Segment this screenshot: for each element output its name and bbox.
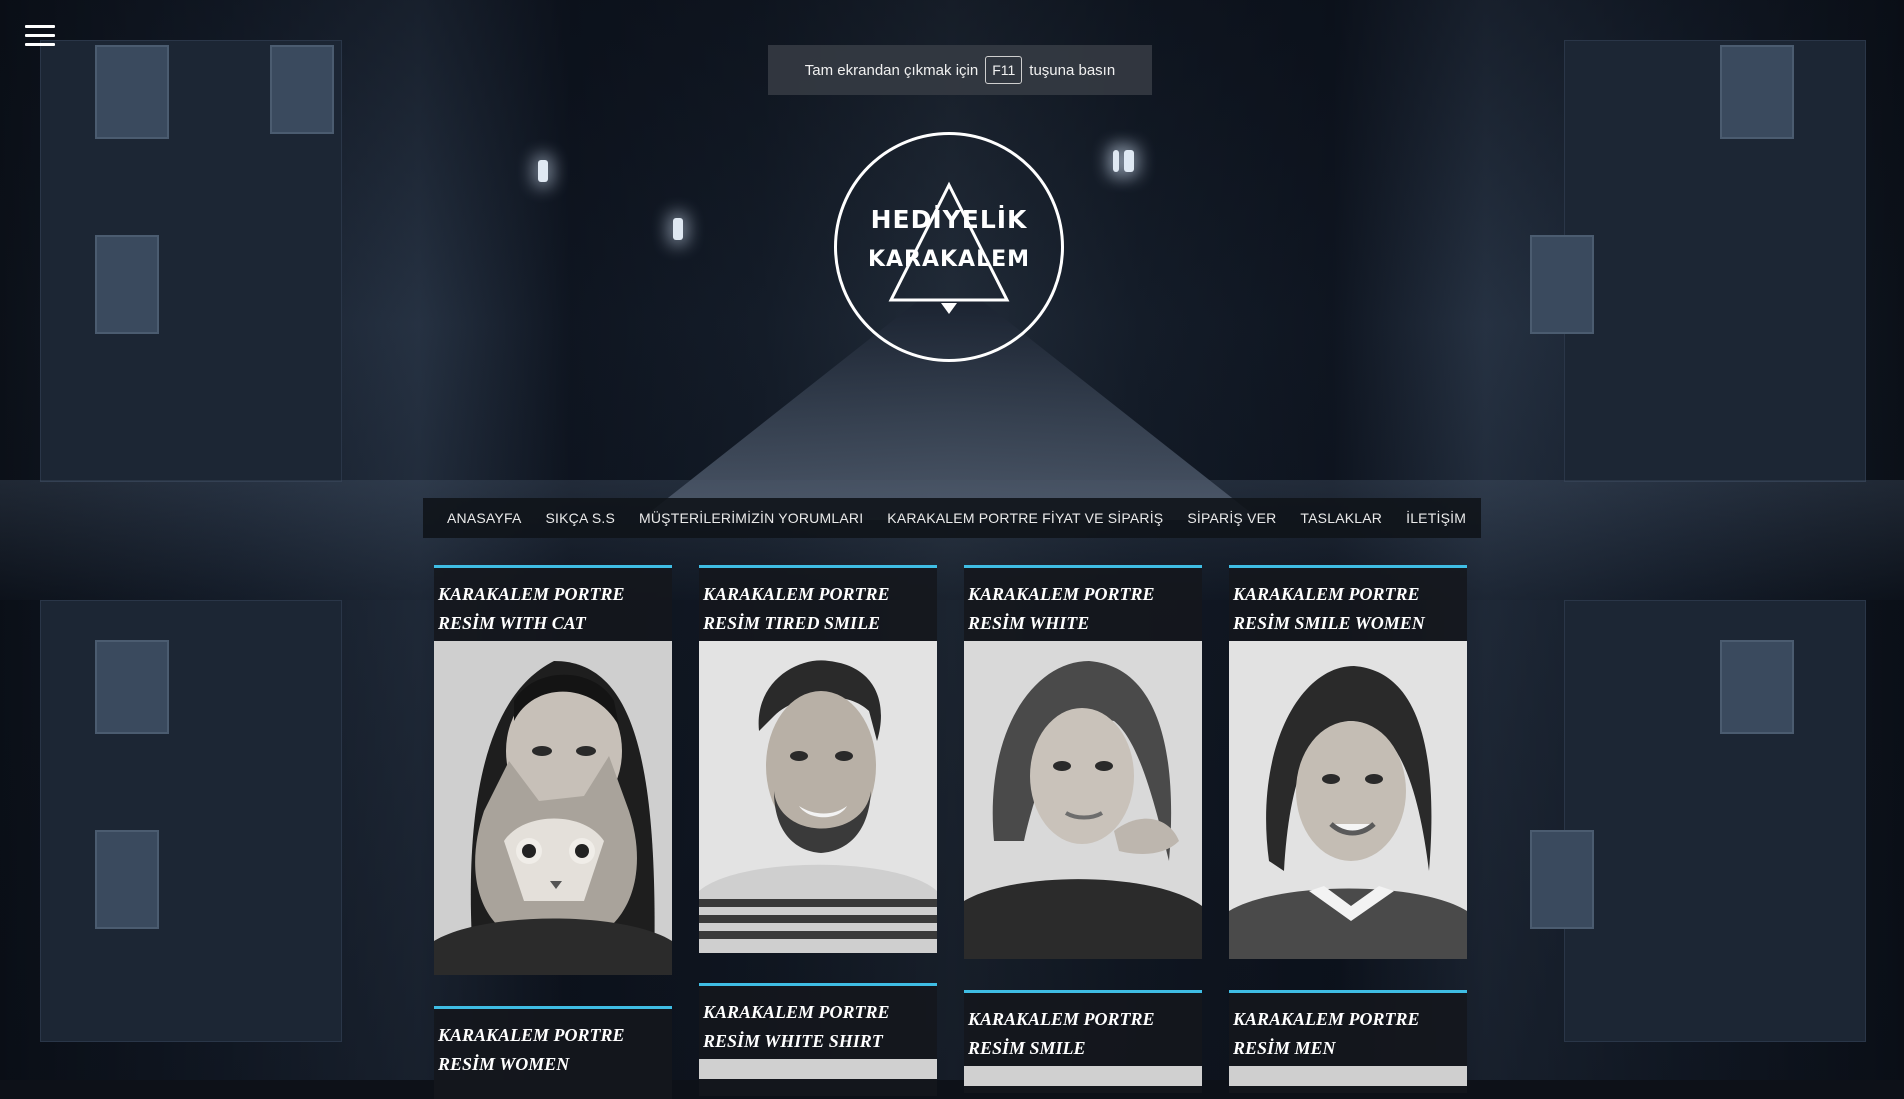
- post-card[interactable]: KARAKALEM PORTRE RESİM WOMEN: [434, 1006, 672, 1099]
- nav-faq[interactable]: SIKÇA S.S: [545, 510, 615, 526]
- post-image[interactable]: [1229, 1066, 1467, 1086]
- fullscreen-exit-notice: Tam ekrandan çıkmak için F11 tuşuna bası…: [768, 45, 1152, 95]
- post-title[interactable]: KARAKALEM PORTRE RESİM SMILE: [964, 993, 1202, 1066]
- portrait-woman-with-cat-image: [434, 641, 672, 975]
- post-image[interactable]: [699, 1059, 937, 1079]
- notice-text-before: Tam ekrandan çıkmak için: [804, 61, 979, 79]
- post-image[interactable]: [434, 641, 672, 975]
- portrait-smiling-woman-image: [1229, 641, 1467, 959]
- portrait-woman-hand-on-chin-image: [964, 641, 1202, 959]
- site-logo[interactable]: HEDİYELİK KARAKALEM: [834, 132, 1064, 362]
- post-card[interactable]: KARAKALEM PORTRE RESİM TIRED SMILE: [699, 565, 937, 953]
- hamburger-menu-icon[interactable]: [25, 25, 55, 49]
- nav-price-order[interactable]: KARAKALEM PORTRE FİYAT VE SİPARİŞ: [887, 510, 1163, 526]
- post-title[interactable]: KARAKALEM PORTRE RESİM WOMEN: [434, 1009, 672, 1082]
- post-title[interactable]: KARAKALEM PORTRE RESİM TIRED SMILE: [699, 568, 937, 641]
- post-image[interactable]: [1229, 641, 1467, 959]
- post-title[interactable]: KARAKALEM PORTRE RESİM WHITE SHIRT: [699, 986, 937, 1059]
- portrait-smiling-man-image: [699, 641, 937, 953]
- post-image[interactable]: [699, 641, 937, 953]
- post-title[interactable]: KARAKALEM PORTRE RESİM WITH CAT: [434, 568, 672, 641]
- post-title[interactable]: KARAKALEM PORTRE RESİM SMILE WOMEN: [1229, 568, 1467, 641]
- post-card[interactable]: KARAKALEM PORTRE RESİM WITH CAT: [434, 565, 672, 975]
- nav-place-order[interactable]: SİPARİŞ VER: [1187, 510, 1276, 526]
- post-image[interactable]: [964, 1066, 1202, 1086]
- main-navigation: ANASAYFA SIKÇA S.S MÜŞTERİLERİMİZİN YORU…: [423, 498, 1481, 538]
- notice-text-after: tuşuna basın: [1029, 61, 1116, 79]
- logo-line-2: KARAKALEM: [867, 247, 1031, 272]
- nav-home[interactable]: ANASAYFA: [447, 510, 521, 526]
- post-title[interactable]: KARAKALEM PORTRE RESİM MEN: [1229, 993, 1467, 1066]
- post-card[interactable]: KARAKALEM PORTRE RESİM SMILE: [964, 990, 1202, 1093]
- logo-line-1: HEDİYELİK: [870, 205, 1028, 234]
- nav-contact[interactable]: İLETİŞİM: [1406, 510, 1466, 526]
- f11-key-badge: F11: [985, 56, 1023, 84]
- post-card[interactable]: KARAKALEM PORTRE RESİM WHITE: [964, 565, 1202, 959]
- nav-reviews[interactable]: MÜŞTERİLERİMİZİN YORUMLARI: [639, 510, 863, 526]
- post-card[interactable]: KARAKALEM PORTRE RESİM WHITE SHIRT: [699, 983, 937, 1096]
- nav-drafts[interactable]: TASLAKLAR: [1300, 510, 1382, 526]
- post-card[interactable]: KARAKALEM PORTRE RESİM SMILE WOMEN: [1229, 565, 1467, 959]
- post-card[interactable]: KARAKALEM PORTRE RESİM MEN: [1229, 990, 1467, 1093]
- post-title[interactable]: KARAKALEM PORTRE RESİM WHITE: [964, 568, 1202, 641]
- post-image[interactable]: [964, 641, 1202, 959]
